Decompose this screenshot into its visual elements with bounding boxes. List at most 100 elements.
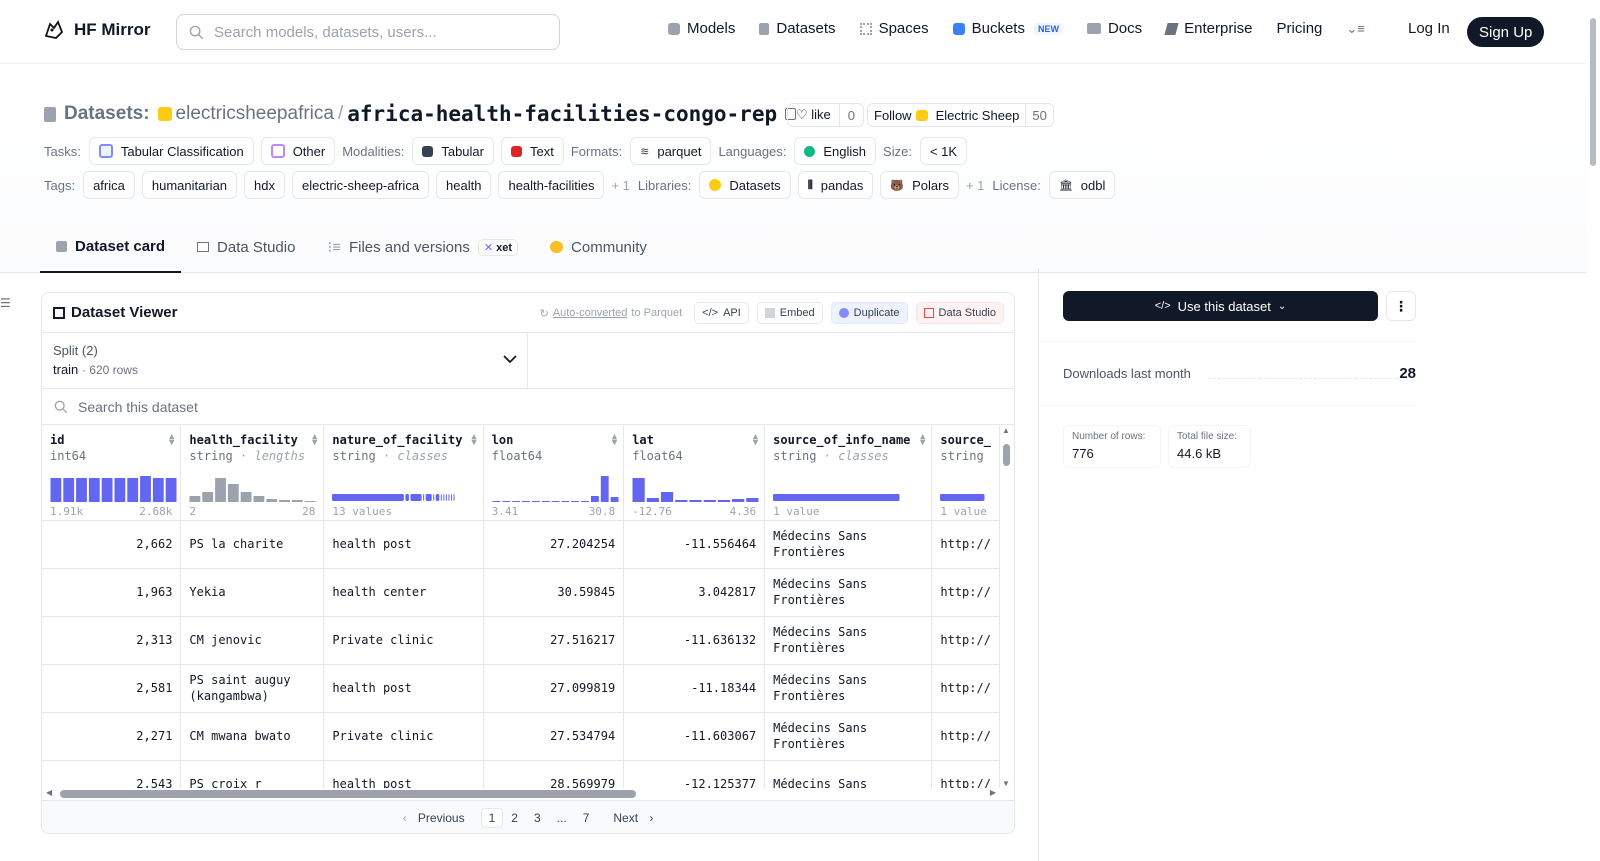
tags-more[interactable]: + 1 <box>611 178 629 193</box>
previous-page-button[interactable]: ‹ Previous <box>395 811 481 825</box>
sort-icon[interactable]: ▲ ▼ <box>312 433 317 448</box>
page-7-button[interactable]: 7 <box>575 811 598 825</box>
column-header-4[interactable]: lat float64 ▲ ▼ -12.76 4.36 <box>623 426 766 521</box>
next-page-button[interactable]: Next › <box>597 811 661 825</box>
nav-pricing[interactable]: Pricing <box>1277 20 1323 37</box>
histogram-bar[interactable] <box>165 477 177 502</box>
table-cell[interactable]: -12.125377 <box>623 760 766 788</box>
column-histogram[interactable] <box>492 472 620 502</box>
histogram-bar[interactable] <box>610 496 619 502</box>
sort-icon[interactable]: ▲ ▼ <box>920 433 925 448</box>
dataset-search[interactable] <box>42 389 1014 425</box>
histogram-bar[interactable] <box>88 477 100 502</box>
histogram-bar[interactable] <box>305 500 316 502</box>
column-header-3[interactable]: lon float64 ▲ ▼ 3.41 30.8 <box>483 426 625 521</box>
column-histogram[interactable] <box>332 472 456 502</box>
histogram-bar[interactable] <box>189 495 201 502</box>
column-histogram[interactable] <box>50 472 178 502</box>
repo-owner-link[interactable]: electricsheepafrica <box>176 103 334 125</box>
table-row[interactable]: 2,662 PS la charite health post 27.204254 -1… <box>42 520 1000 569</box>
histogram-bar[interactable] <box>279 499 291 502</box>
size-tag[interactable]: < 1K <box>919 137 968 165</box>
histogram-bar[interactable] <box>718 499 731 502</box>
sidebar-toggle-icon[interactable]: ☰ <box>0 296 11 310</box>
table-cell[interactable]: 27.099819 <box>483 664 625 713</box>
histogram-bar[interactable] <box>531 500 540 502</box>
category-bar[interactable] <box>448 493 450 501</box>
library-pandas[interactable]: ⫴ pandas <box>797 171 874 199</box>
table-cell[interactable]: 3.042817 <box>623 568 766 617</box>
table-cell[interactable]: Médecins Sans Frontières <box>764 664 933 713</box>
table-row[interactable]: 2,581 PS saint auguy (kangambwa) health po… <box>42 664 1000 713</box>
table-cell[interactable]: 30.59845 <box>483 568 625 617</box>
like-button[interactable]: ♡ like 0 <box>787 103 865 127</box>
histogram-bar[interactable] <box>590 495 599 502</box>
column-histogram[interactable] <box>189 472 317 502</box>
table-cell[interactable]: -11.556464 <box>623 520 766 569</box>
category-bar[interactable] <box>443 493 445 501</box>
histogram-bar[interactable] <box>140 475 151 502</box>
table-cell[interactable]: http:// <box>931 520 1000 569</box>
brand-logo[interactable]: HF Mirror <box>42 18 151 42</box>
tag-item[interactable]: health-facilities <box>498 171 605 199</box>
table-row[interactable]: 1,963 Yekia health center 30.59845 3.042817 M… <box>42 568 1000 617</box>
table-cell[interactable]: health center <box>323 568 484 617</box>
tag-item[interactable]: africa <box>83 171 135 199</box>
data-studio-button[interactable]: Data Studio <box>915 302 1004 324</box>
histogram-bar[interactable] <box>521 500 530 502</box>
category-bar[interactable] <box>453 493 455 501</box>
table-cell[interactable]: Médecins Sans Frontières <box>764 520 933 569</box>
category-bar[interactable] <box>426 493 433 501</box>
histogram-bar[interactable] <box>551 500 560 502</box>
table-cell[interactable]: PS la charite <box>180 520 325 569</box>
histogram-bar[interactable] <box>646 497 660 502</box>
histogram-bar[interactable] <box>101 477 113 502</box>
table-cell[interactable]: Médecins Sans <box>764 760 933 788</box>
histogram-bar[interactable] <box>703 499 717 502</box>
modality-tabular[interactable]: Tabular <box>412 137 494 165</box>
dataset-search-input[interactable] <box>78 398 678 415</box>
table-vertical-scrollbar[interactable]: ▲ ▼ <box>1000 426 1014 788</box>
follow-button[interactable]: Follow Electric Sheep 50 <box>867 103 1054 127</box>
library-datasets[interactable]: Datasets <box>699 171 791 199</box>
histogram-bar[interactable] <box>253 495 265 502</box>
page-2-button[interactable]: 2 <box>503 811 526 825</box>
nav-more-menu[interactable]: ⌄≡ <box>1346 21 1364 37</box>
column-histogram[interactable] <box>632 472 760 502</box>
format-parquet[interactable]: ≋ parquet <box>630 137 712 165</box>
category-bar[interactable] <box>441 493 443 501</box>
tab-community[interactable]: Community <box>534 221 663 273</box>
sort-icon[interactable]: ▲ ▼ <box>753 433 758 448</box>
duplicate-button[interactable]: Duplicate <box>830 302 908 324</box>
table-cell[interactable]: Private clinic <box>323 712 484 761</box>
histogram-bar[interactable] <box>511 500 520 502</box>
repo-name-link[interactable]: africa-health-facilities-congo-rep <box>347 102 777 126</box>
table-cell[interactable]: Private clinic <box>323 616 484 665</box>
table-horizontal-scrollbar[interactable]: ◀ ▶ <box>42 788 1000 800</box>
table-cell[interactable]: 2,543 <box>42 760 182 788</box>
sort-icon[interactable]: ▲ ▼ <box>612 433 617 448</box>
histogram-bar[interactable] <box>632 477 645 502</box>
histogram-bar[interactable] <box>541 500 550 502</box>
table-cell[interactable]: 1,963 <box>42 568 182 617</box>
column-histogram[interactable] <box>773 472 901 502</box>
table-cell[interactable]: -11.603067 <box>623 712 766 761</box>
histogram-bar[interactable] <box>202 491 214 502</box>
table-cell[interactable]: Médecins Sans Frontières <box>764 616 933 665</box>
table-cell[interactable]: CM jenovic <box>180 616 325 665</box>
table-cell[interactable]: health post <box>323 760 484 788</box>
tag-item[interactable]: electric-sheep-africa <box>292 171 430 199</box>
table-cell[interactable]: health post <box>323 520 484 569</box>
category-bar[interactable] <box>940 493 985 501</box>
nav-buckets[interactable]: Buckets NEW <box>952 20 1063 37</box>
page-3-button[interactable]: 3 <box>526 811 549 825</box>
table-cell[interactable]: http:// <box>931 664 1000 713</box>
histogram-bar[interactable] <box>570 500 579 502</box>
use-dataset-button[interactable]: </> Use this dataset ⌄ <box>1063 291 1378 321</box>
histogram-bar[interactable] <box>689 499 702 502</box>
auto-converted-link[interactable]: Auto-converted <box>553 307 628 319</box>
table-cell[interactable]: 27.204254 <box>483 520 625 569</box>
histogram-bar[interactable] <box>241 491 252 502</box>
histogram-bar[interactable] <box>732 498 745 502</box>
histogram-bar[interactable] <box>492 500 500 502</box>
